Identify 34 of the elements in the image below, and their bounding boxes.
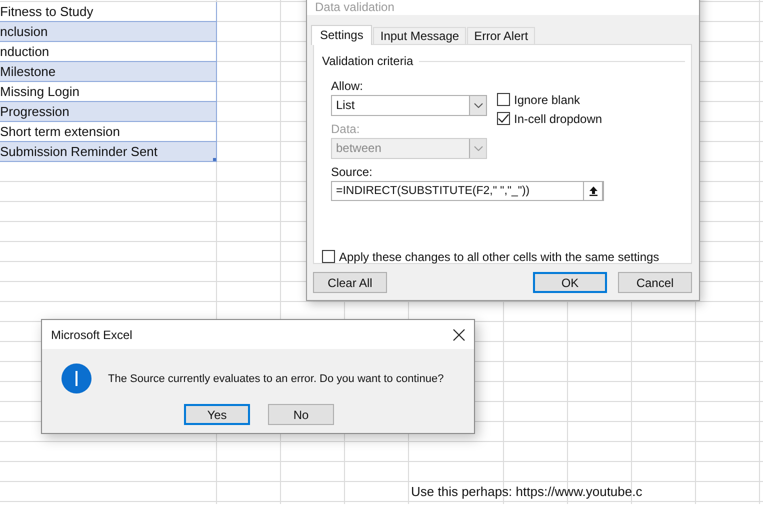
table-cell: Milestone bbox=[0, 62, 217, 82]
field-label: Source: bbox=[331, 165, 374, 180]
group-label: Validation criteria bbox=[322, 54, 414, 68]
checkbox[interactable] bbox=[322, 250, 335, 263]
tab[interactable]: Settings bbox=[311, 25, 372, 45]
info-icon bbox=[61, 363, 92, 394]
chevron-down-icon bbox=[474, 146, 482, 151]
dialog-button[interactable]: OK bbox=[533, 272, 607, 293]
dialog-button[interactable]: Cancel bbox=[618, 272, 692, 293]
dropdown: between bbox=[331, 138, 487, 159]
window-title: Data validation bbox=[315, 1, 394, 14]
dialog-button[interactable]: Yes bbox=[184, 404, 250, 425]
field-label: Data: bbox=[331, 122, 361, 137]
table-cell: nclusion bbox=[0, 22, 217, 42]
window-title: Microsoft Excel bbox=[51, 328, 134, 342]
checkbox-label: Ignore blank bbox=[514, 92, 580, 106]
cell-text: Use this perhaps: https://www.youtube.c bbox=[411, 483, 642, 501]
checkmark-icon bbox=[498, 114, 509, 123]
tab[interactable]: Error Alert bbox=[467, 27, 536, 44]
dropdown[interactable]: List bbox=[331, 95, 487, 116]
checkbox[interactable] bbox=[497, 93, 510, 106]
dialog-button[interactable]: No bbox=[268, 404, 334, 425]
checkbox-label: In-cell dropdown bbox=[514, 112, 602, 126]
table-cell: Progression bbox=[0, 102, 217, 122]
close-icon[interactable] bbox=[453, 328, 465, 340]
chevron-down-icon bbox=[474, 103, 482, 108]
checkbox[interactable] bbox=[497, 112, 510, 125]
message-text: The Source currently evaluates to an error. Do you want to continue? bbox=[108, 372, 444, 384]
dialog-button[interactable]: Clear All bbox=[313, 272, 387, 293]
field-label: Allow: bbox=[331, 79, 364, 94]
resize-handle[interactable] bbox=[213, 158, 216, 161]
checkbox-label: Apply these changes to all other cells with the same settings bbox=[339, 250, 660, 264]
tab[interactable]: Input Message bbox=[373, 27, 466, 44]
table-cell: Submission Reminder Sent bbox=[0, 142, 217, 162]
